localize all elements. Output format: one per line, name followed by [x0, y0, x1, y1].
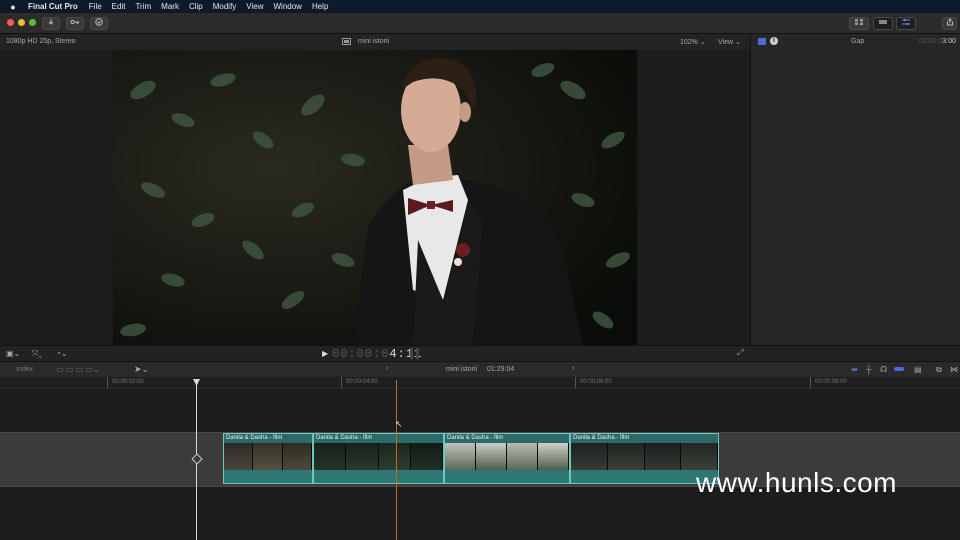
back-arrow-icon[interactable]: ‹ [386, 365, 388, 372]
clip-audio [224, 470, 312, 483]
checkmark-circle-icon [95, 18, 103, 26]
mouse-cursor-icon: ↖ [395, 419, 403, 429]
clip-appearance-button[interactable]: ▤ [914, 365, 922, 374]
menu-clip[interactable]: Clip [189, 2, 203, 11]
menu-app-name[interactable]: Final Cut Pro [28, 2, 78, 11]
headphones-icon[interactable]: ☊ [880, 365, 887, 374]
timeline-project-duration: 01:29:04 [487, 366, 515, 373]
inspector-clip-name: Gap [851, 38, 865, 45]
video-frame[interactable] [113, 50, 637, 345]
skimming-icon[interactable]: ⇹ [851, 365, 858, 374]
grid-icon [855, 19, 863, 25]
video-inspector-icon[interactable] [758, 38, 766, 45]
transitions-browser-icon[interactable]: ⋈ [950, 365, 958, 374]
zoom-menu[interactable]: 102% ⌄ [680, 38, 706, 46]
key-icon [70, 19, 79, 25]
menu-window[interactable]: Window [274, 2, 302, 11]
inspector-duration-bright: 3:00 [942, 38, 956, 45]
sliders-icon [902, 19, 910, 25]
menu-trim[interactable]: Trim [135, 2, 151, 11]
browser-toggle-button[interactable] [849, 17, 869, 30]
format-info: 1080p HD 25p, Stereo [6, 38, 76, 45]
background-tasks-button[interactable] [90, 17, 108, 30]
timeline-clip[interactable]: Danila & Dasha - film [223, 433, 313, 484]
minimize-window-button[interactable] [18, 19, 25, 26]
view-menu[interactable]: View ⌄ [718, 38, 741, 46]
menu-help[interactable]: Help [312, 2, 328, 11]
clip-thumbnails [445, 443, 569, 470]
clip-audio [314, 470, 443, 483]
ruler-label-3: 00:00:06:00 [580, 379, 612, 385]
viewer-footer: ▣⌄ ⤧⌄ ◔⌄ ▶ 00:00:04:11 ⤢ [0, 345, 960, 362]
video-image [113, 50, 637, 345]
clip-thumbnails [571, 443, 718, 470]
inspector-toggle-button[interactable] [896, 17, 916, 30]
timeline-ruler[interactable]: 00:00:02:00 00:00:04:00 00:00:06:00 00:0… [0, 377, 960, 389]
watermark: www.hunls.com [696, 467, 898, 498]
speed-icon[interactable]: ◔⌄ [56, 349, 68, 358]
inspector-panel: i Gap 00:00:03:00 [750, 34, 960, 346]
viewer [0, 50, 750, 345]
effects-browser-icon[interactable]: ⧉ [936, 365, 942, 375]
ruler-tick [810, 377, 811, 388]
play-button[interactable]: ▶ [322, 349, 328, 358]
apple-icon[interactable]: ● [6, 2, 20, 12]
clip-thumbnails [314, 443, 443, 470]
fullscreen-icon[interactable]: ⤢ [737, 348, 743, 358]
ruler-tick [575, 377, 576, 388]
timeline-clip[interactable]: Danila & Dasha - film [444, 433, 570, 484]
timeline-header: Index ▭ ▭ ▭ ▭⌄ ➤⌄ ‹ mini istorii 01:29:0… [0, 361, 960, 378]
toolbar [0, 13, 960, 34]
menu-view[interactable]: View [246, 2, 263, 11]
menu-edit[interactable]: Edit [112, 2, 126, 11]
audio-skimming-icon[interactable]: ┼ [866, 365, 872, 374]
timeline-toggle-button[interactable] [873, 17, 893, 30]
filmstrip-icon [342, 38, 352, 45]
playhead[interactable] [396, 380, 397, 540]
view-menu-label: View [718, 39, 734, 46]
ruler-tick [341, 377, 342, 388]
timecode-dim: 00:00:0 [332, 347, 390, 361]
transform-tools-icon[interactable]: ⤧⌄ [32, 349, 42, 359]
forward-arrow-icon[interactable]: › [572, 365, 574, 372]
timeline-icon [879, 20, 887, 24]
ruler-label-4: 00:00:08:00 [815, 379, 847, 385]
index-button[interactable]: Index [16, 366, 33, 373]
share-button[interactable] [942, 17, 957, 30]
import-button[interactable] [42, 17, 60, 30]
inspector-duration-dim: 00:00:0 [919, 38, 943, 45]
menu-modify[interactable]: Modify [213, 2, 237, 11]
inspector-duration: 00:00:03:00 [919, 38, 956, 45]
clip-appearance-icons[interactable]: ▭ ▭ ▭ ▭⌄ [56, 365, 100, 374]
info-icon[interactable]: i [770, 37, 778, 45]
viewer-header: 1080p HD 25p, Stereo mini istorii 102% ⌄… [0, 34, 750, 50]
ruler-label-2: 00:00:04:00 [346, 379, 378, 385]
download-icon [48, 19, 54, 25]
menu-bar: ● Final Cut Pro File Edit Trim Mark Clip… [0, 0, 960, 13]
viewer-project-name: mini istorii [358, 38, 390, 45]
snapping-icon[interactable] [894, 367, 904, 371]
timeline-project-name: mini istorii [446, 366, 478, 373]
audio-meter-left [410, 348, 413, 359]
timeline-clip[interactable]: Danila & Dasha - film [313, 433, 444, 484]
clip-audio [445, 470, 569, 483]
keywords-button[interactable] [66, 17, 84, 30]
clip-thumbnails [224, 443, 312, 470]
audio-meter-right [416, 348, 419, 359]
select-tool-icon[interactable]: ➤⌄ [134, 364, 149, 375]
ruler-tick [107, 377, 108, 388]
timecode-display: 00:00:04:11 [332, 347, 422, 361]
menu-mark[interactable]: Mark [161, 2, 179, 11]
zoom-window-button[interactable] [29, 19, 36, 26]
share-icon [946, 18, 953, 26]
menu-file[interactable]: File [89, 2, 102, 11]
close-window-button[interactable] [7, 19, 14, 26]
zoom-value: 102% [680, 39, 698, 46]
viewer-options-icon[interactable]: ▣⌄ [6, 349, 20, 358]
ruler-label-1: 00:00:02:00 [112, 379, 144, 385]
